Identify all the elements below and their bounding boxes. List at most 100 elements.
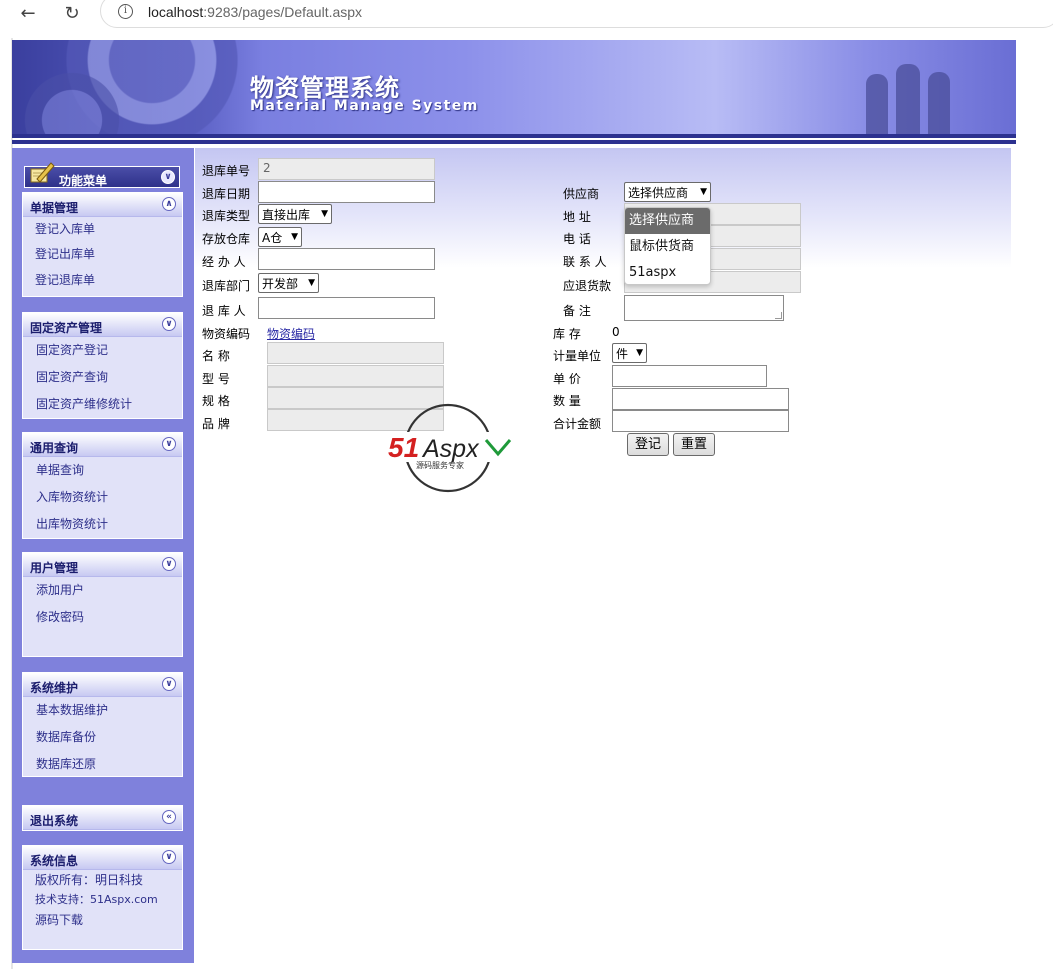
business-people-graphic bbox=[856, 58, 976, 134]
price-label: 单 价 bbox=[553, 372, 581, 386]
watermark-brand-text: Aspx bbox=[421, 435, 480, 463]
handler-label: 经 办 人 bbox=[202, 255, 246, 269]
reset-button[interactable]: 重置 bbox=[673, 433, 715, 456]
unit-label: 计量单位 bbox=[553, 349, 602, 363]
chevron-down-icon[interactable]: ∨ bbox=[162, 850, 176, 864]
name-field[interactable] bbox=[267, 342, 444, 364]
contact-label: 联 系 人 bbox=[563, 255, 607, 269]
supplier-option[interactable]: 鼠标供货商 bbox=[625, 234, 710, 260]
sidebar-item-db-backup[interactable]: 数据库备份 bbox=[23, 724, 182, 751]
total-field[interactable] bbox=[612, 410, 789, 432]
watermark-brand-number: 51 bbox=[388, 432, 419, 463]
name-label: 名 称 bbox=[202, 349, 230, 363]
model-label: 型 号 bbox=[202, 372, 230, 386]
site-banner: 物资管理系统 Material Manage System bbox=[12, 40, 1016, 134]
sidebar-item-asset-repair-stats[interactable]: 固定资产维修统计 bbox=[23, 391, 182, 418]
supplier-select[interactable]: 选择供应商 ▼ bbox=[624, 182, 711, 202]
sidebar-item-asset-register[interactable]: 固定资产登记 bbox=[23, 337, 182, 364]
chevron-down-icon[interactable]: ∨ bbox=[162, 317, 176, 331]
return-type-value: 直接出库 bbox=[262, 207, 311, 222]
watermark-tagline: 源码服务专家 bbox=[416, 460, 464, 470]
returner-field[interactable] bbox=[258, 297, 435, 319]
sidebar-item-outbound-stats[interactable]: 出库物资统计 bbox=[23, 511, 182, 538]
remark-label: 备 注 bbox=[563, 304, 591, 318]
chevron-down-icon[interactable]: ∨ bbox=[161, 170, 175, 184]
return-type-label: 退库类型 bbox=[202, 209, 251, 223]
warehouse-select[interactable]: A仓 ▼ bbox=[258, 227, 302, 247]
chevron-down-icon: ▼ bbox=[291, 232, 298, 242]
chevron-down-icon[interactable]: ∨ bbox=[162, 557, 176, 571]
price-field[interactable] bbox=[612, 365, 767, 387]
sidebar-item-register-return[interactable]: 登记退库单 bbox=[23, 267, 182, 293]
stock-label: 库 存 bbox=[553, 327, 581, 341]
chevron-up-icon[interactable]: ∧ bbox=[162, 197, 176, 211]
material-code-link[interactable]: 物资编码 bbox=[267, 325, 315, 342]
menu-section-header[interactable]: 通用查询 ∨ bbox=[23, 433, 182, 457]
back-arrow-icon[interactable]: ← bbox=[16, 2, 40, 24]
supplier-option[interactable]: 51aspx bbox=[625, 260, 710, 284]
menu-section-header[interactable]: 单据管理 ∧ bbox=[23, 193, 182, 217]
menu-section-header[interactable]: 固定资产管理 ∨ bbox=[23, 313, 182, 337]
menu-section-header[interactable]: 用户管理 ∨ bbox=[23, 553, 182, 577]
model-field[interactable] bbox=[267, 365, 444, 387]
chevron-down-icon: ▼ bbox=[700, 187, 707, 197]
chevron-down-icon[interactable]: ∨ bbox=[162, 437, 176, 451]
menu-section-system-maintenance: 系统维护 ∨ 基本数据维护 数据库备份 数据库还原 bbox=[22, 672, 183, 777]
quantity-field[interactable] bbox=[612, 388, 789, 410]
sidebar-item-db-restore[interactable]: 数据库还原 bbox=[23, 751, 182, 778]
menu-section-system-info: 系统信息 ∨ 版权所有：明日科技 技术支持：51Aspx.com 源码下载 bbox=[22, 845, 183, 950]
menu-section-title: 单据管理 bbox=[30, 201, 79, 215]
return-date-field[interactable] bbox=[258, 181, 435, 203]
reload-icon[interactable]: ↻ bbox=[60, 2, 84, 24]
url-text[interactable]: localhost:9283/pages/Default.aspx bbox=[148, 4, 362, 20]
warehouse-label: 存放仓库 bbox=[202, 232, 251, 246]
supplier-value: 选择供应商 bbox=[628, 185, 689, 200]
handler-field[interactable] bbox=[258, 248, 435, 270]
phone-label: 电 话 bbox=[563, 232, 591, 246]
function-menu-title: 功能菜单 bbox=[59, 174, 108, 188]
menu-section-title: 固定资产管理 bbox=[30, 321, 103, 335]
quantity-label: 数 量 bbox=[553, 394, 581, 408]
sidebar-item-inbound-stats[interactable]: 入库物资统计 bbox=[23, 484, 182, 511]
total-label: 合计金额 bbox=[553, 417, 602, 431]
supplier-dropdown-list: 选择供应商 鼠标供货商 51aspx bbox=[624, 207, 711, 285]
menu-section-header[interactable]: 系统信息 ∨ bbox=[23, 846, 182, 870]
pencil-notebook-icon bbox=[30, 162, 55, 183]
unit-select[interactable]: 件 ▼ bbox=[612, 343, 647, 363]
return-no-field[interactable]: 2 bbox=[258, 158, 435, 180]
sidebar-item-add-user[interactable]: 添加用户 bbox=[23, 577, 182, 604]
menu-section-documents: 单据管理 ∧ 登记入库单 登记出库单 登记退库单 bbox=[22, 192, 183, 297]
sidebar-item-register-inbound[interactable]: 登记入库单 bbox=[23, 217, 182, 241]
copyright-text: 版权所有：明日科技 bbox=[35, 873, 144, 887]
department-select[interactable]: 开发部 ▼ bbox=[258, 273, 319, 293]
menu-section-logout[interactable]: 退出系统 « bbox=[22, 805, 183, 831]
sidebar-item-change-password[interactable]: 修改密码 bbox=[23, 604, 182, 631]
brand-label: 品 牌 bbox=[202, 417, 230, 431]
sidebar-item-asset-query[interactable]: 固定资产查询 bbox=[23, 364, 182, 391]
double-chevron-left-icon[interactable]: « bbox=[162, 810, 176, 824]
remark-textarea[interactable] bbox=[624, 295, 784, 321]
logout-button[interactable]: 退出系统 « bbox=[23, 806, 182, 830]
supplier-option[interactable]: 选择供应商 bbox=[625, 208, 710, 234]
address-label: 地 址 bbox=[563, 210, 591, 224]
site-info-icon[interactable]: i bbox=[118, 4, 133, 19]
menu-section-user-management: 用户管理 ∨ 添加用户 修改密码 bbox=[22, 552, 183, 657]
menu-section-header[interactable]: 系统维护 ∨ bbox=[23, 673, 182, 697]
material-code-label: 物资编码 bbox=[202, 327, 251, 341]
spec-label: 规 格 bbox=[202, 394, 230, 408]
chevron-down-icon[interactable]: ∨ bbox=[162, 677, 176, 691]
supplier-label: 供应商 bbox=[563, 187, 600, 201]
menu-section-fixed-assets: 固定资产管理 ∨ 固定资产登记 固定资产查询 固定资产维修统计 bbox=[22, 312, 183, 419]
refund-label: 应退货款 bbox=[563, 279, 612, 293]
menu-section-title: 系统信息 bbox=[30, 854, 79, 868]
51aspx-watermark-logo: 51 Aspx 源码服务专家 bbox=[388, 403, 512, 493]
banner-divider bbox=[12, 134, 1016, 138]
return-type-select[interactable]: 直接出库 ▼ bbox=[258, 204, 332, 224]
sidebar-item-register-outbound[interactable]: 登记出库单 bbox=[23, 241, 182, 267]
source-download-link[interactable]: 源码下载 bbox=[23, 910, 182, 930]
sidebar-item-document-query[interactable]: 单据查询 bbox=[23, 457, 182, 484]
sidebar-item-basic-data[interactable]: 基本数据维护 bbox=[23, 697, 182, 724]
chevron-down-icon: ▼ bbox=[321, 209, 328, 219]
register-button[interactable]: 登记 bbox=[627, 433, 669, 456]
returner-label: 退 库 人 bbox=[202, 304, 246, 318]
